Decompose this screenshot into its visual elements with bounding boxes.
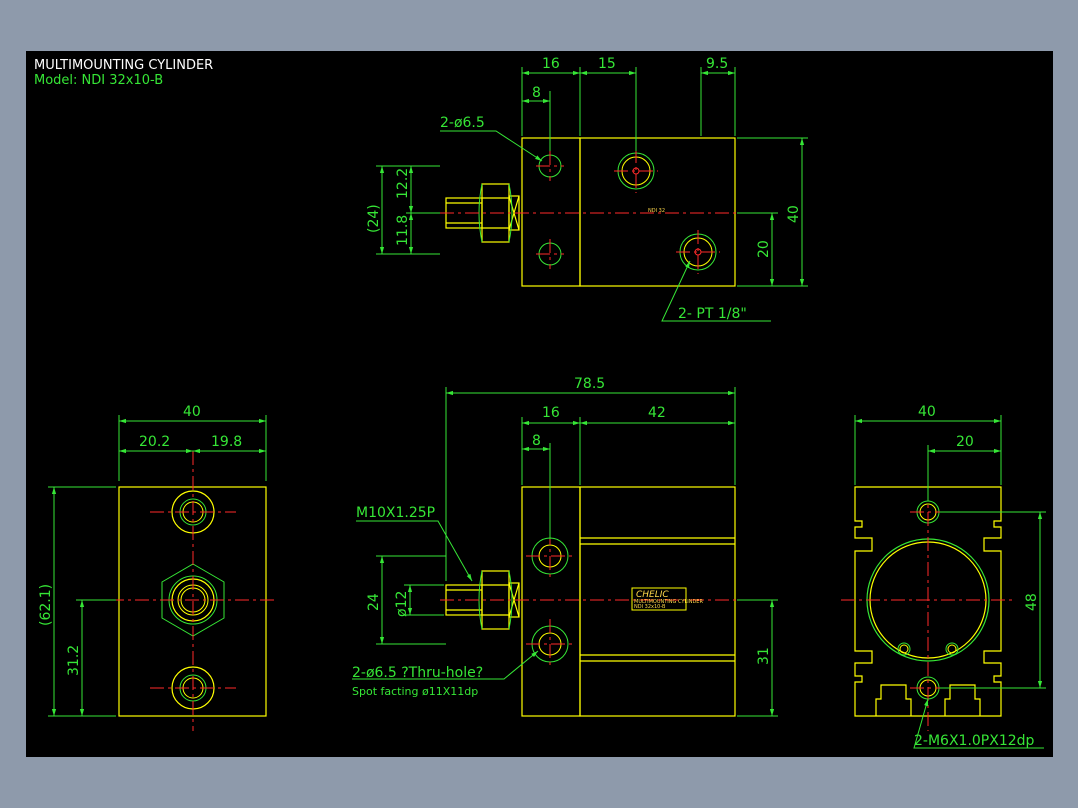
cad-drawing: MULTIMOUNTING CYLINDER Model: NDI 32x10-… (34, 56, 1046, 749)
dim-40-right: 40 (918, 404, 936, 420)
dim-24-front: 24 (366, 593, 382, 611)
taps-label: 2-M6X1.0PX12dp (914, 733, 1035, 749)
dim-20-right: 20 (956, 434, 974, 450)
model-label: Model: NDI 32x10-B (34, 73, 163, 88)
dim-62-1: (62.1) (38, 584, 54, 626)
right-view: 40 20 48 2-M6X1.0PX12dp (841, 404, 1046, 749)
dim-9-5-top: 9.5 (706, 56, 728, 72)
dim-31: 31 (756, 647, 772, 665)
thread-label: M10X1.25P (356, 505, 435, 521)
left-view: 40 20.2 19.8 (62.1) 31.2 (38, 404, 276, 731)
dim-12-2: 12.2 (395, 168, 411, 199)
dim-15-top: 15 (598, 56, 616, 72)
dim-78-5: 78.5 (574, 376, 605, 392)
plate-line-2: NDI 32x10-B (634, 604, 666, 610)
front-view: CHELIC MULTIMOUNTING CYLINDER NDI 32x10-… (352, 376, 778, 717)
dim-16-top: 16 (542, 56, 560, 72)
dim-16-front: 16 (542, 405, 560, 421)
front-holes-label: 2-ø6.5 ?Thru-hole? (352, 665, 483, 681)
dim-48: 48 (1024, 593, 1040, 611)
holes-label-top: 2-ø6.5 (440, 115, 485, 131)
dim-8-top: 8 (532, 85, 541, 101)
dim-40-left: 40 (183, 404, 201, 420)
cad-viewport[interactable]: MULTIMOUNTING CYLINDER Model: NDI 32x10-… (26, 51, 1053, 757)
dim-12-dia: ø12 (394, 591, 410, 617)
dim-19-8: 19.8 (211, 434, 242, 450)
dim-20-top: 20 (756, 240, 772, 258)
dim-11-8: 11.8 (395, 215, 411, 246)
top-view: NDI 32 16 15 9.5 8 2-ø6.5 2- PT 1/8" (24… (366, 56, 808, 322)
dim-8-front: 8 (532, 433, 541, 449)
drawing-title: MULTIMOUNTING CYLINDER (34, 58, 213, 73)
dim-31-2: 31.2 (66, 645, 82, 676)
top-model-mark: NDI 32 (648, 208, 665, 214)
spot-facing-label: Spot facting ø11X11dp (352, 685, 478, 698)
ports-label: 2- PT 1/8" (678, 306, 747, 322)
dim-24-ref: (24) (366, 204, 382, 233)
top-flange (521, 137, 581, 287)
dim-40-top: 40 (786, 205, 802, 223)
dim-42: 42 (648, 405, 666, 421)
front-flange (521, 486, 581, 717)
dim-20-2: 20.2 (139, 434, 170, 450)
